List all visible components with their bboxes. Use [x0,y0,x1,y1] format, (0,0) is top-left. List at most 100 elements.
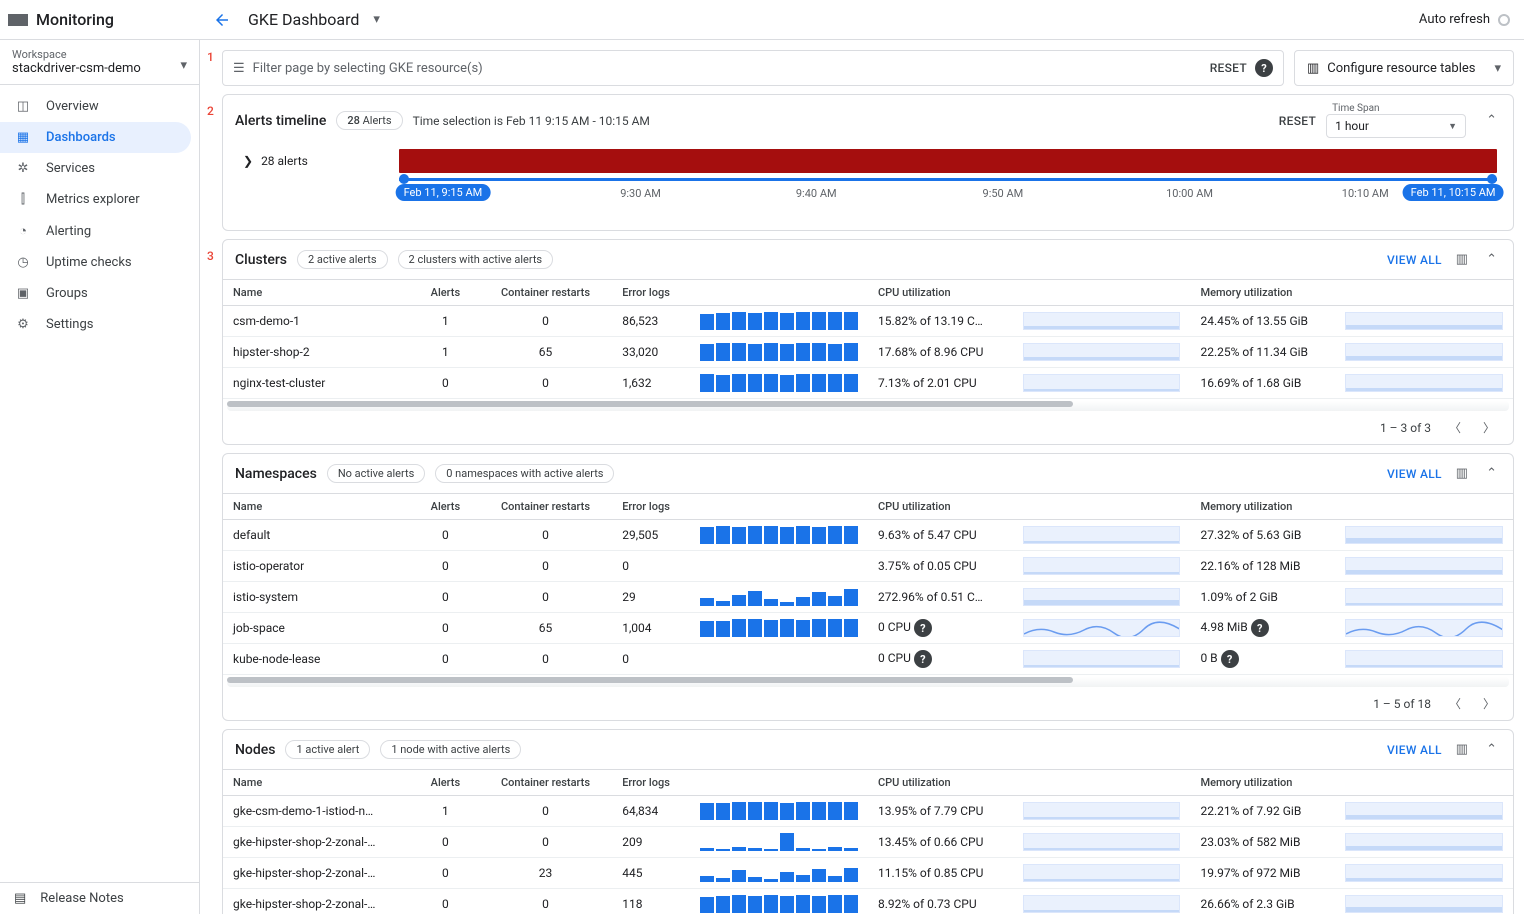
filter-icon: ☰ [233,61,245,76]
table-row[interactable]: gke-hipster-shop-2-zonal-…02344511.15% o… [223,858,1513,889]
auto-refresh-spinner-icon [1498,14,1510,26]
release-notes-link[interactable]: ▤ Release Notes [0,882,199,914]
pager-next-button[interactable]: 〉 [1479,695,1499,712]
error-log-sparkbars [700,557,858,575]
row-errlogs: 33,020 [612,337,690,368]
table-row[interactable]: default0029,5059.63% of 5.47 CPU27.32% o… [223,520,1513,551]
namespaces-title: Namespaces [235,466,317,482]
row-name: job-space [223,613,412,644]
alerts-expand-toggle[interactable]: ❯ 28 alerts [239,146,389,176]
sidebar-item-label: Overview [46,99,99,114]
collapse-button[interactable]: ⌃ [1482,109,1501,132]
sidebar-item-groups[interactable]: ▣Groups [0,278,191,309]
help-icon[interactable]: ? [914,650,932,668]
overview-icon: ◫ [14,99,32,114]
horizontal-scrollbar[interactable] [227,401,1509,411]
columns-icon[interactable]: ▥ [1452,466,1472,481]
row-errlogs: 445 [612,858,690,889]
page-title-dropdown[interactable]: ▾ [373,12,380,27]
table-row[interactable]: kube-node-lease0000 CPU ?0 B ? [223,644,1513,675]
row-cpu: 17.68% of 8.96 CPU [868,337,1013,368]
sidebar-item-uptime-checks[interactable]: ◷Uptime checks [0,247,191,278]
row-alerts: 0 [412,520,479,551]
table-row[interactable]: gke-hipster-shop-2-zonal-…0020913.45% of… [223,827,1513,858]
filter-placeholder: Filter page by selecting GKE resource(s) [253,61,1202,76]
row-alerts: 0 [412,551,479,582]
timeline-alert-bar [399,149,1497,173]
row-restarts: 0 [479,551,612,582]
back-button[interactable] [210,8,234,32]
table-row[interactable]: nginx-test-cluster001,6327.13% of 2.01 C… [223,368,1513,399]
columns-icon[interactable]: ▥ [1452,252,1472,267]
dashboards-icon: ▦ [14,130,32,145]
error-log-sparkbars [700,864,858,882]
timeline-track[interactable] [399,149,1497,173]
help-icon[interactable]: ? [914,619,932,637]
row-mem: 23.03% of 582 MiB [1190,827,1335,858]
view-all-link[interactable]: VIEW ALL [1387,743,1442,757]
brand-area: Monitoring [0,10,200,29]
help-icon[interactable]: ? [1251,619,1269,637]
uptime-icon: ◷ [14,255,32,270]
collapse-button[interactable]: ⌃ [1482,738,1501,761]
row-errlogs: 64,834 [612,796,690,827]
view-all-link[interactable]: VIEW ALL [1387,467,1442,481]
timespan-select[interactable]: 1 hour [1326,114,1466,138]
auto-refresh-toggle[interactable]: Auto refresh [1419,12,1510,27]
table-row[interactable]: csm-demo-11086,52315.82% of 13.19 C…24.4… [223,306,1513,337]
sidebar: Workspace stackdriver-csm-demo ▾ ◫ Overvi… [0,40,200,914]
pager-prev-button[interactable]: 〈 [1445,419,1465,436]
collapse-button[interactable]: ⌃ [1482,462,1501,485]
timeline-handle-start[interactable] [399,174,409,184]
row-name: istio-system [223,582,412,613]
utilization-sparkline [1345,588,1503,606]
table-row[interactable]: gke-hipster-shop-2-zonal-…001188.92% of … [223,889,1513,914]
configure-tables-label: Configure resource tables [1327,61,1475,76]
error-log-sparkbars [700,650,858,668]
row-mem: 1.09% of 2 GiB [1190,582,1335,613]
workspace-selector[interactable]: Workspace stackdriver-csm-demo ▾ [0,40,199,85]
sidebar-item-metrics-explorer[interactable]: ⫿Metrics explorer [0,184,191,215]
row-cpu: 11.15% of 0.85 CPU [868,858,1013,889]
row-name: gke-hipster-shop-2-zonal-… [223,858,412,889]
filter-reset-button[interactable]: RESET [1210,61,1247,75]
horizontal-scrollbar[interactable] [227,677,1509,687]
sidebar-item-dashboards[interactable]: ▦Dashboards [0,122,191,153]
row-cpu: 8.92% of 0.73 CPU [868,889,1013,914]
row-restarts: 0 [479,368,612,399]
configure-tables-button[interactable]: ▥ Configure resource tables ▾ [1294,50,1514,86]
sidebar-item-alerting[interactable]: ◔Alerting [0,215,191,247]
status-chip: No active alerts [327,464,425,483]
status-chip: 0 namespaces with active alerts [435,464,614,483]
pager-prev-button[interactable]: 〈 [1445,695,1465,712]
help-icon[interactable]: ? [1255,59,1273,77]
row-name: default [223,520,412,551]
filter-input[interactable]: ☰ Filter page by selecting GKE resource(… [222,50,1284,86]
status-chip: 1 active alert [285,740,370,759]
row-errlogs: 29 [612,582,690,613]
pager-range: 1 – 3 of 3 [1380,421,1431,435]
alerts-reset-button[interactable]: RESET [1279,114,1316,128]
table-row[interactable]: job-space0651,0040 CPU ?4.98 MiB ? [223,613,1513,644]
table-row[interactable]: gke-csm-demo-1-istiod-n…1064,83413.95% o… [223,796,1513,827]
error-log-sparkbars [700,588,858,606]
utilization-sparkline [1023,588,1181,606]
sidebar-item-settings[interactable]: ⚙Settings [0,309,191,340]
row-mem: 27.32% of 5.63 GiB [1190,520,1335,551]
view-all-link[interactable]: VIEW ALL [1387,253,1442,267]
sidebar-item-services[interactable]: ✲Services [0,153,191,184]
table-row[interactable]: istio-operator0003.75% of 0.05 CPU22.16%… [223,551,1513,582]
chevron-down-icon: ▾ [1494,61,1501,76]
columns-icon[interactable]: ▥ [1452,742,1472,757]
timeline-handle-end[interactable] [1487,174,1497,184]
timeline-range-slider[interactable] [399,178,1497,181]
help-icon[interactable]: ? [1221,650,1239,668]
row-cpu: 272.96% of 0.51 C… [868,582,1013,613]
services-icon: ✲ [14,161,32,176]
table-row[interactable]: istio-system0029272.96% of 0.51 C…1.09% … [223,582,1513,613]
pager-next-button[interactable]: 〉 [1479,419,1499,436]
page-title: GKE Dashboard [248,10,359,29]
table-row[interactable]: hipster-shop-216533,02017.68% of 8.96 CP… [223,337,1513,368]
sidebar-item-overview[interactable]: ◫ Overview [0,91,191,122]
collapse-button[interactable]: ⌃ [1482,248,1501,271]
